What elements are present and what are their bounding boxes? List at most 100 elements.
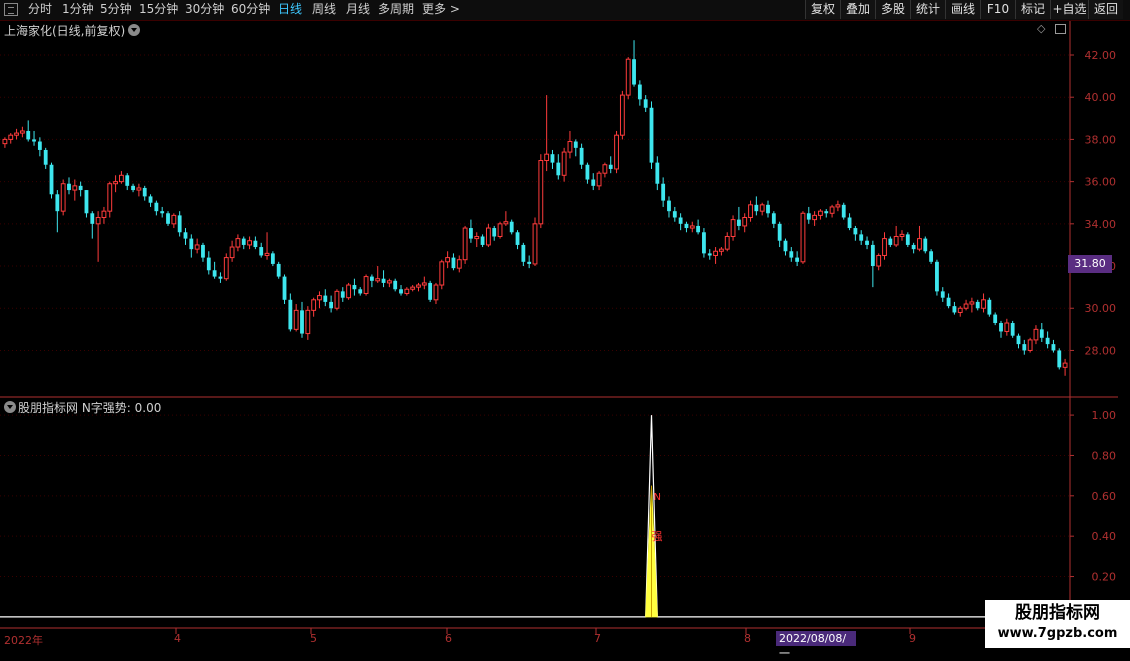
candle-body (579, 147, 584, 165)
candle-body (456, 259, 462, 269)
candle-body (363, 276, 369, 294)
candle-body (32, 139, 36, 142)
candle-body (824, 211, 829, 214)
indicator-dropdown-icon[interactable] (4, 401, 16, 413)
candle-body (125, 175, 130, 186)
candle-body (987, 299, 992, 315)
candle-body (247, 240, 252, 246)
candle-body (730, 219, 736, 237)
candle-body (835, 204, 841, 208)
y-tick-label: 0.60 (1092, 490, 1117, 503)
candle-body (637, 84, 642, 100)
candle-body (509, 221, 514, 233)
candle-body (462, 227, 468, 261)
chart-canvas[interactable]: 28.0030.0032.0034.0036.0038.0040.0042.00… (0, 0, 1130, 650)
spike-label-n: N (654, 492, 661, 503)
candle-body (899, 233, 905, 237)
y-tick-label: 42.00 (1085, 49, 1117, 62)
candle-body (946, 297, 951, 307)
candle-body (72, 185, 78, 191)
candle-body (469, 228, 473, 239)
candle-body (585, 164, 590, 180)
candle-body (352, 285, 357, 290)
candle-body (49, 164, 54, 195)
candle-body (1022, 344, 1027, 351)
candle-body (911, 244, 916, 250)
candle-body (154, 202, 159, 212)
candle-body (935, 261, 939, 292)
candle-body (107, 183, 113, 212)
candle-body (602, 164, 608, 174)
x-axis-label-may: 5 (310, 632, 317, 645)
y-tick-label: 36.00 (1085, 176, 1117, 189)
candle-body (865, 240, 869, 245)
candle-body (573, 141, 578, 148)
candle-body (649, 107, 654, 163)
candle-body (893, 235, 899, 246)
candle-body (993, 314, 998, 324)
candle-body (264, 252, 270, 256)
candle-body (421, 282, 427, 286)
candle-body (317, 295, 322, 301)
candle-body (521, 244, 526, 262)
y-tick-label: 28.00 (1085, 344, 1117, 357)
y-tick-label: 40.00 (1085, 91, 1117, 104)
candle-body (259, 247, 264, 256)
candle-body (567, 141, 573, 153)
candle-body (876, 254, 882, 267)
candle-body (1045, 337, 1050, 345)
y-tick-label: 0.20 (1092, 571, 1117, 584)
candle-body (43, 149, 48, 165)
candle-body (672, 211, 677, 218)
candle-body (957, 307, 963, 313)
candle-body (177, 215, 182, 233)
candle-body (293, 309, 299, 330)
candle-body (358, 289, 363, 294)
candle-body (26, 130, 31, 140)
indicator-line (0, 415, 1070, 618)
candle-body (789, 251, 794, 258)
candle-body (160, 211, 165, 214)
candle-body (532, 223, 538, 265)
candle-body (410, 286, 416, 290)
x-axis-label-jul: 7 (594, 632, 601, 645)
candle-body (841, 204, 846, 218)
candle-body (131, 185, 135, 191)
candle-body (556, 162, 561, 176)
candle-body (561, 151, 567, 176)
y-tick-label: 38.00 (1085, 133, 1117, 146)
y-tick-label: 0.80 (1092, 449, 1117, 462)
candle-body (78, 185, 83, 191)
candle-body (433, 284, 439, 301)
candle-body (323, 295, 328, 302)
candle-body (748, 204, 753, 218)
watermark-line1: 股朋指标网 (1015, 603, 1100, 623)
candle-body (393, 280, 398, 290)
candle-body (596, 172, 602, 187)
candle-body (1010, 323, 1015, 336)
candle-body (1039, 329, 1044, 338)
candle-body (14, 132, 19, 136)
candle-body (166, 213, 170, 224)
candle-body (999, 323, 1003, 332)
x-axis-label-aug: 8 (744, 632, 751, 645)
y-tick-label: 34.00 (1085, 218, 1117, 231)
candle-body (218, 276, 223, 279)
candle-body (724, 235, 730, 250)
candle-body (625, 58, 631, 96)
current-price-tag: 31.80 (1068, 255, 1112, 273)
candle-body (952, 306, 957, 313)
candle-body (2, 138, 8, 145)
spike-label-strong: 强 (652, 530, 663, 543)
candle-body (270, 253, 275, 264)
watermark-line2: www.7gpzb.com (997, 626, 1118, 641)
candle-body (632, 59, 636, 85)
x-axis-label-2022: 2022年 (4, 634, 43, 647)
candle-body (963, 303, 969, 309)
candle-body (1027, 339, 1033, 351)
candle-body (766, 204, 770, 214)
candle-body (806, 213, 811, 220)
candle-body (60, 183, 66, 212)
candle-body (853, 228, 858, 235)
candle-body (527, 261, 532, 264)
